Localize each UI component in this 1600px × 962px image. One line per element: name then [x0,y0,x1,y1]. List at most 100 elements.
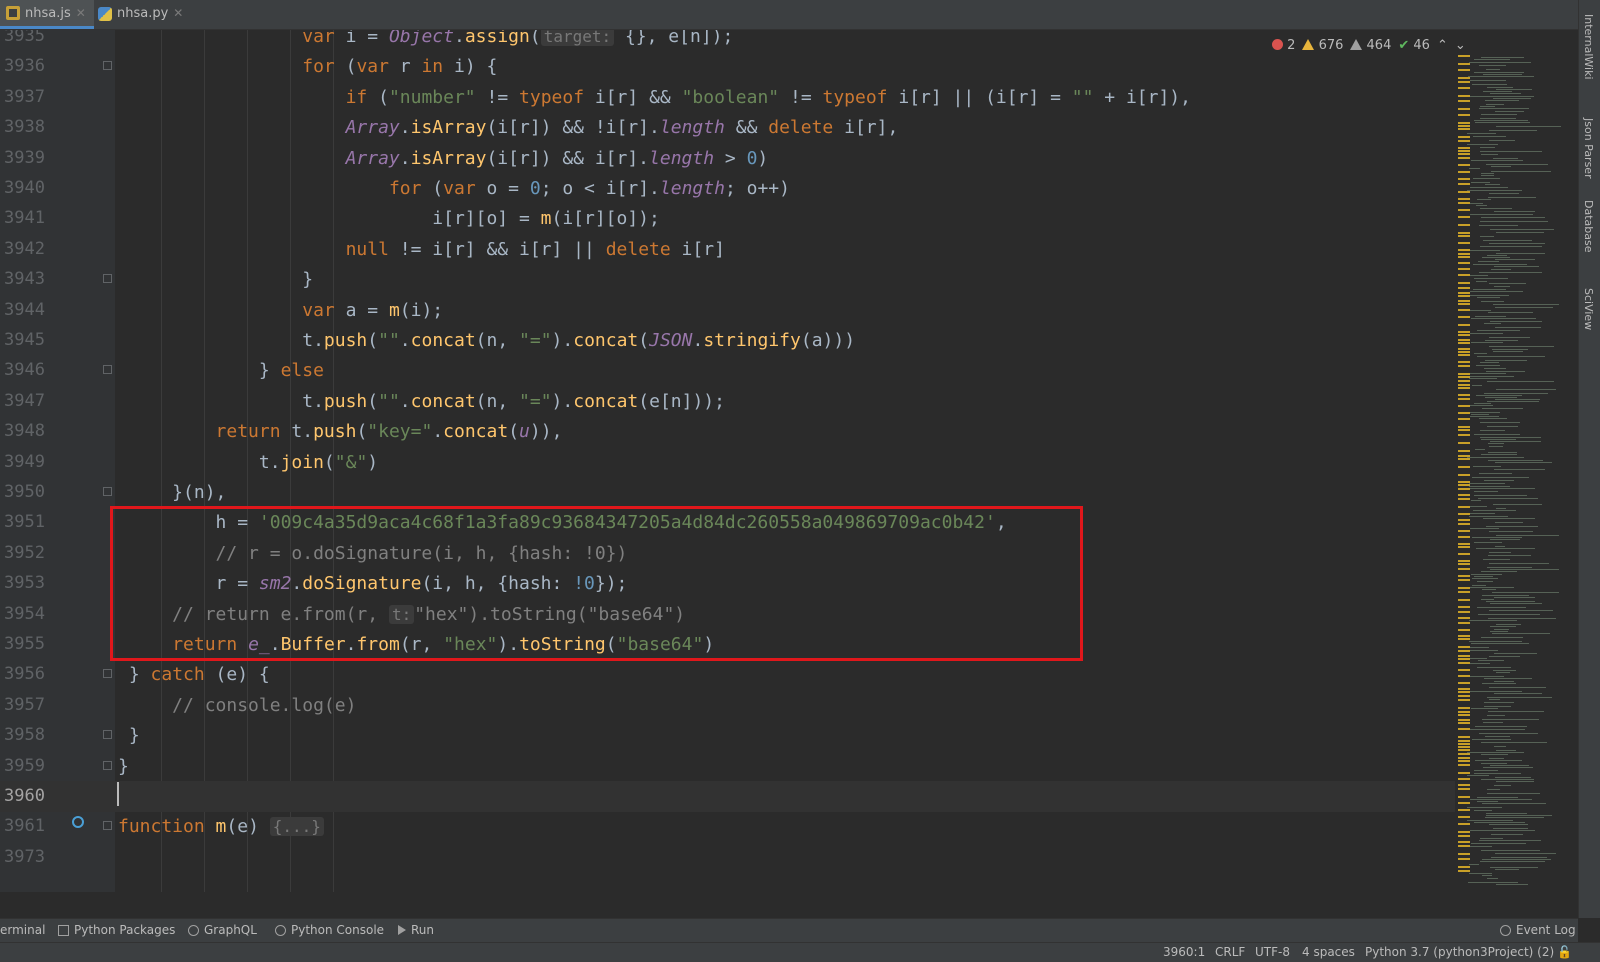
tool-event-log[interactable]: Event Log [1500,923,1576,937]
fold-marker-icon[interactable] [103,760,112,770]
chevron-down-icon[interactable]: ⌄ [1455,38,1466,53]
tab-nhsa-js[interactable]: nhsa.js ✕ [0,0,94,29]
warning-stripe-mark[interactable] [1458,150,1470,152]
warning-stripe-mark[interactable] [1458,69,1470,71]
warning-stripe-mark[interactable] [1458,442,1470,444]
warning-stripe-mark[interactable] [1458,458,1470,460]
warning-stripe-mark[interactable] [1458,635,1470,637]
warning-stripe-mark[interactable] [1458,498,1470,500]
warning-stripe-mark[interactable] [1458,450,1470,452]
warning-stripe-mark[interactable] [1458,650,1470,652]
code-text[interactable]: Array.isArray(i[r]) && !i[r].length && d… [118,112,899,143]
chevron-up-icon[interactable]: ⌃ [1437,38,1448,53]
warning-stripe-mark[interactable] [1458,764,1470,766]
warning-stripe-mark[interactable] [1458,474,1470,476]
warning-stripe-mark[interactable] [1458,287,1470,289]
warning-stripe-mark[interactable] [1458,394,1470,396]
warning-stripe-mark[interactable] [1458,617,1470,619]
warning-stripe-mark[interactable] [1458,398,1470,400]
warning-stripe-mark[interactable] [1458,866,1470,868]
warning-stripe-mark[interactable] [1458,579,1470,581]
code-text[interactable]: } [118,751,129,782]
warning-stripe-mark[interactable] [1458,178,1470,180]
warning-stripe-mark[interactable] [1458,714,1470,716]
fold-marker-icon[interactable] [103,365,112,375]
inspection-widget[interactable]: 2 676 464 ✔ 46 ⌃ ⌄ [1272,36,1466,54]
tool-python-console[interactable]: Python Console [275,923,384,937]
warning-stripe-mark[interactable] [1458,506,1470,508]
tool-graphql[interactable]: GraphQL [188,923,257,937]
code-text[interactable]: return t.push("key=".concat(u)), [118,416,563,447]
warning-stripe-mark[interactable] [1458,675,1470,677]
code-text[interactable]: function m(e) {...} [118,811,324,842]
warning-stripe-mark[interactable] [1458,216,1470,218]
code-line[interactable]: 3956 } catch (e) { [0,659,1455,690]
code-editor[interactable]: 3935 var i = Object.assign(target: {}, e… [0,30,1455,892]
code-line[interactable]: 3941 i[r][o] = m(i[r][o]); [0,203,1455,234]
warning-stripe-mark[interactable] [1458,728,1470,730]
warning-stripe-mark[interactable] [1458,87,1470,89]
warning-stripe-mark[interactable] [1458,202,1470,204]
warning-stripe-mark[interactable] [1458,309,1470,311]
warning-stripe-mark[interactable] [1458,429,1470,431]
warning-stripe-mark[interactable] [1458,426,1470,428]
warning-stripe-mark[interactable] [1458,268,1470,270]
code-text[interactable]: var a = m(i); [118,295,443,326]
warning-stripe-mark[interactable] [1458,691,1470,693]
warning-stripe-mark[interactable] [1458,743,1470,745]
warning-stripe-mark[interactable] [1458,292,1470,294]
warning-stripe-mark[interactable] [1458,753,1470,755]
warning-stripe-mark[interactable] [1458,122,1470,124]
warning-stripe-mark[interactable] [1458,274,1470,276]
warning-stripe-mark[interactable] [1458,519,1470,521]
warning-stripe-mark[interactable] [1458,757,1470,759]
code-line[interactable]: 3945 t.push("".concat(n, "=").concat(JSO… [0,325,1455,356]
code-line[interactable]: 3960 [0,781,1455,812]
warning-stripe-mark[interactable] [1458,784,1470,786]
warning-stripe-mark[interactable] [1458,682,1470,684]
warning-stripe-mark[interactable] [1458,816,1470,818]
code-line[interactable]: 3935 var i = Object.assign(target: {}, e… [0,30,1455,52]
warning-stripe-mark[interactable] [1458,373,1470,375]
warning-stripe-mark[interactable] [1458,707,1470,709]
warning-stripe-mark[interactable] [1458,809,1470,811]
cursor-position[interactable]: 3960:1 [1163,945,1205,959]
implementation-gutter-icon[interactable] [72,816,84,828]
warning-stripe-mark[interactable] [1458,560,1470,562]
warning-stripe-mark[interactable] [1458,140,1470,142]
tool-tab-database[interactable]: Database [1582,200,1595,253]
warning-stripe-mark[interactable] [1458,568,1470,570]
code-text[interactable]: var i = Object.assign(target: {}, e[n]); [118,30,733,52]
code-line[interactable]: 3943 } [0,264,1455,295]
weak-warning-count[interactable]: 464 [1350,38,1391,53]
warning-stripe-mark[interactable] [1458,235,1470,237]
warning-stripe-mark[interactable] [1458,365,1470,367]
code-line[interactable]: 3944 var a = m(i); [0,295,1455,326]
fold-marker-icon[interactable] [103,274,112,284]
warning-stripe-mark[interactable] [1458,331,1470,333]
warning-stripe-mark[interactable] [1458,749,1470,751]
warning-stripe-mark[interactable] [1458,136,1470,138]
lock-icon[interactable]: 🔓 [1557,945,1572,959]
code-text[interactable]: // console.log(e) [118,690,356,721]
code-minimap[interactable] [1455,55,1567,891]
warning-stripe-mark[interactable] [1458,622,1470,624]
tool-python-packages[interactable]: Python Packages [58,923,175,937]
code-text[interactable]: t.push("".concat(n, "=").concat(e[n])); [118,386,725,417]
warning-stripe-mark[interactable] [1458,384,1470,386]
warning-stripe-mark[interactable] [1458,387,1470,389]
warning-stripe-mark[interactable] [1458,354,1470,356]
warning-stripe-mark[interactable] [1458,778,1470,780]
fold-marker-icon[interactable] [103,730,112,740]
typo-count[interactable]: ✔ 46 [1398,38,1430,53]
warning-stripe-mark[interactable] [1458,823,1470,825]
warning-stripe-mark[interactable] [1458,63,1470,65]
warning-stripe-mark[interactable] [1458,835,1470,837]
file-encoding[interactable]: UTF-8 [1255,945,1290,959]
code-line[interactable]: 3938 Array.isArray(i[r]) && !i[r].length… [0,112,1455,143]
warning-stripe-mark[interactable] [1458,81,1470,83]
code-line[interactable]: 3973 [0,842,1455,873]
warning-stripe-mark[interactable] [1458,536,1470,538]
warning-stripe-mark[interactable] [1458,256,1470,258]
warning-stripe-mark[interactable] [1458,858,1470,860]
